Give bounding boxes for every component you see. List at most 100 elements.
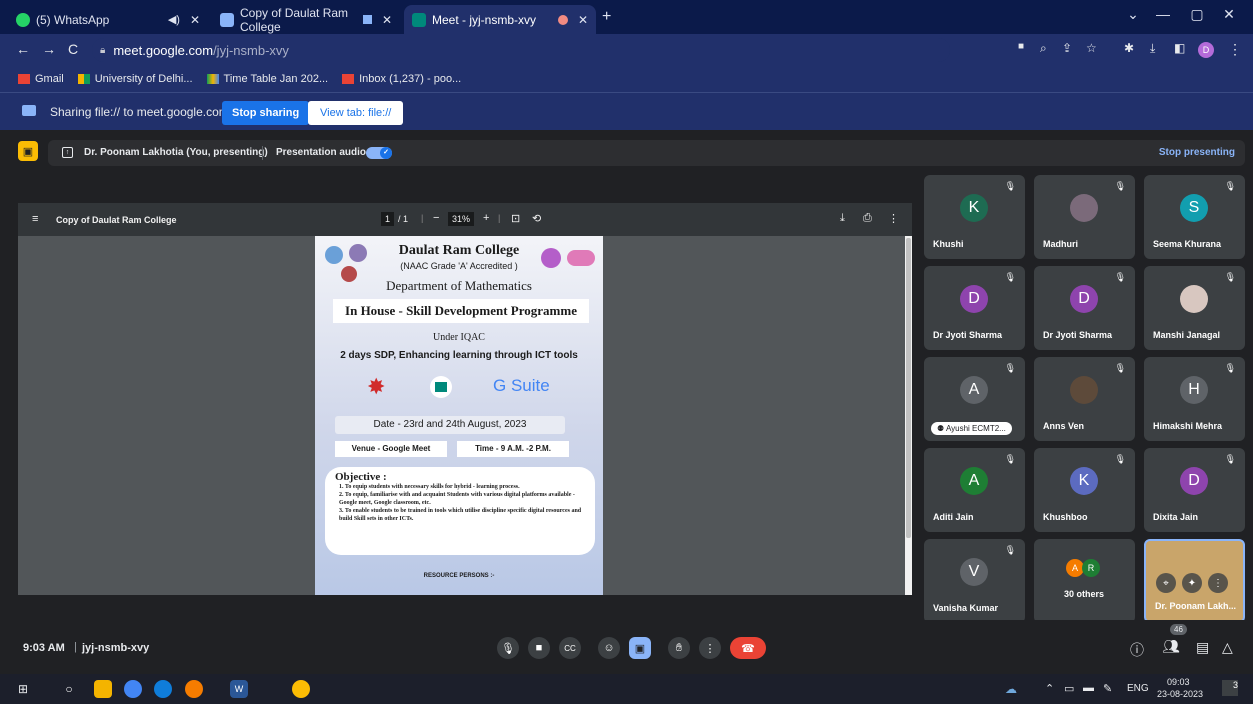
bookmark-star-icon[interactable]: ☆ bbox=[1086, 41, 1097, 55]
notification-center-icon[interactable]: 3 bbox=[1222, 680, 1238, 696]
battery-icon[interactable]: ▭ bbox=[1064, 682, 1074, 695]
captions-button[interactable]: CC bbox=[559, 637, 581, 659]
participant-tile[interactable]: 🎙︎ A ⚉ Ayushi ECMT2... bbox=[924, 357, 1025, 441]
close-icon[interactable]: ✕ bbox=[578, 13, 588, 27]
participant-tile[interactable]: 🎙︎ D Dr Jyoti Sharma bbox=[924, 266, 1025, 350]
bookmark-gmail[interactable]: Gmail bbox=[18, 73, 64, 85]
view-tab-button[interactable]: View tab: file:// bbox=[308, 101, 404, 125]
camera-button[interactable]: ■ bbox=[528, 637, 550, 659]
tray-chevron-icon[interactable]: ⌃ bbox=[1045, 682, 1054, 695]
presentation-icon[interactable]: ▣ bbox=[18, 141, 38, 161]
bookmark-inbox[interactable]: Inbox (1,237) - poo... bbox=[342, 73, 461, 85]
leave-call-button[interactable]: ☎︎ bbox=[730, 637, 766, 659]
bookmark-du[interactable]: University of Delhi... bbox=[77, 73, 193, 85]
participant-name: Seema Khurana bbox=[1153, 239, 1222, 249]
time-line: Time - 9 A.M. -2 P.M. bbox=[457, 441, 569, 457]
effects-icon[interactable]: ✦ bbox=[1182, 573, 1202, 593]
windows-start-icon[interactable]: ⊞ bbox=[14, 680, 32, 698]
tab-meet[interactable]: Meet - jyj-nsmb-xvy ✕ bbox=[404, 5, 596, 34]
download-icon[interactable]: ⤓ bbox=[840, 212, 845, 225]
firefox-icon[interactable] bbox=[185, 680, 203, 698]
participant-tile[interactable]: 🎙︎ Anns Ven bbox=[1034, 357, 1135, 441]
participant-tile[interactable]: 🎙︎ K Khushboo bbox=[1034, 448, 1135, 532]
more-options-icon[interactable]: ⋮ bbox=[888, 212, 899, 225]
fit-page-icon[interactable]: ⊡ bbox=[511, 212, 520, 225]
side-panel-icon[interactable]: ◧ bbox=[1174, 41, 1185, 55]
emoji-button[interactable]: ☺ bbox=[598, 637, 620, 659]
weather-icon[interactable]: ☁︎ bbox=[1005, 682, 1017, 696]
participant-tile[interactable]: A R 30 others bbox=[1034, 539, 1135, 623]
menu-icon[interactable]: ⋮ bbox=[1228, 41, 1242, 58]
close-icon[interactable]: ✕ bbox=[190, 13, 200, 27]
participant-tile[interactable]: 🎙︎ D Dixita Jain bbox=[1144, 448, 1245, 532]
stop-presenting-button[interactable]: Stop presenting bbox=[1159, 147, 1235, 158]
participant-tile[interactable]: 🎙︎ K Khushi bbox=[924, 175, 1025, 259]
menu-icon[interactable]: ≡ bbox=[32, 213, 38, 225]
bookmark-timetable[interactable]: Time Table Jan 202... bbox=[206, 73, 328, 85]
zoom-in-button[interactable]: + bbox=[483, 212, 489, 224]
close-window-button[interactable]: ✕ bbox=[1214, 6, 1244, 23]
audio-toggle[interactable]: ✓ bbox=[366, 147, 392, 159]
zoom-level[interactable]: 31% bbox=[448, 212, 475, 226]
zoom-out-button[interactable]: − bbox=[433, 212, 439, 224]
download-icon[interactable]: ⤓ bbox=[1150, 41, 1155, 56]
minimize-button[interactable]: — bbox=[1148, 6, 1178, 22]
participant-tile[interactable]: Dr. Poonam Lakh... ⌖ ✦ ⋮ bbox=[1144, 539, 1245, 623]
avatar bbox=[1070, 376, 1098, 404]
participant-tile[interactable]: 🎙︎ V Vanisha Kumar bbox=[924, 539, 1025, 623]
mic-button[interactable]: 🎙︎ bbox=[497, 637, 519, 659]
pdf-title: Copy of Daulat Ram College bbox=[56, 215, 177, 225]
clock-time[interactable]: 09:03 bbox=[1167, 677, 1190, 687]
back-button[interactable]: ← bbox=[16, 41, 30, 57]
search-icon[interactable]: ○ bbox=[60, 680, 78, 698]
people-icon[interactable]: 👥︎ bbox=[1162, 638, 1180, 655]
forward-button[interactable]: → bbox=[42, 41, 56, 57]
more-options-icon[interactable]: ⋮ bbox=[1208, 573, 1228, 593]
tab-search-icon[interactable]: ⌄ bbox=[1118, 6, 1148, 23]
share-icon[interactable]: ⇪ bbox=[1062, 41, 1072, 55]
chat-icon[interactable]: ▤ bbox=[1196, 639, 1209, 656]
participant-name: Manshi Janagal bbox=[1153, 330, 1221, 340]
stop-sharing-button[interactable]: Stop sharing bbox=[222, 101, 310, 125]
word-icon[interactable]: W bbox=[230, 680, 248, 698]
mic-off-icon: 🎙︎ bbox=[1004, 272, 1016, 282]
profile-avatar[interactable]: D bbox=[1198, 42, 1214, 58]
more-options-button[interactable]: ⋮ bbox=[699, 637, 721, 659]
close-icon[interactable]: ✕ bbox=[382, 13, 392, 27]
zoom-icon[interactable]: ⌕ bbox=[1040, 41, 1047, 56]
extensions-icon[interactable]: ✱ bbox=[1124, 41, 1134, 55]
participant-tile[interactable]: 🎙︎ A Aditi Jain bbox=[924, 448, 1025, 532]
activities-icon[interactable]: △ bbox=[1222, 639, 1233, 656]
address-bar[interactable]: 🔒︎ meet.google.com/jyj-nsmb-xvy bbox=[92, 38, 950, 62]
scrollbar[interactable] bbox=[905, 236, 912, 595]
pin-icon[interactable]: ⌖ bbox=[1156, 573, 1176, 593]
tab-whatsapp[interactable]: (5) WhatsApp ◀) ✕ bbox=[8, 5, 208, 34]
language-label[interactable]: ENG bbox=[1127, 683, 1149, 694]
scroll-thumb[interactable] bbox=[906, 238, 911, 538]
page-number-input[interactable]: 1 bbox=[381, 212, 395, 226]
chrome-icon[interactable] bbox=[124, 680, 142, 698]
raise-hand-button[interactable]: ✋︎ bbox=[668, 637, 690, 659]
maximize-button[interactable]: ▢ bbox=[1182, 6, 1212, 23]
participant-tile[interactable]: 🎙︎ Madhuri bbox=[1034, 175, 1135, 259]
rotate-icon[interactable]: ⟲ bbox=[532, 212, 541, 225]
camera-icon[interactable]: ■ bbox=[1018, 41, 1024, 52]
new-tab-button[interactable]: + bbox=[602, 8, 611, 26]
present-button[interactable]: ▣ bbox=[629, 637, 651, 659]
meeting-time: 9:03 AM bbox=[23, 642, 65, 654]
edge-icon[interactable] bbox=[154, 680, 172, 698]
print-icon[interactable]: ⎙ bbox=[863, 212, 872, 225]
chrome-profile-icon[interactable] bbox=[292, 680, 310, 698]
reload-button[interactable]: C bbox=[68, 41, 78, 57]
participant-tile[interactable]: 🎙︎ H Himakshi Mehra bbox=[1144, 357, 1245, 441]
pen-icon[interactable]: ✎ bbox=[1103, 682, 1112, 695]
participant-tile[interactable]: 🎙︎ Manshi Janagal bbox=[1144, 266, 1245, 350]
whatsapp-icon bbox=[16, 12, 30, 27]
file-explorer-icon[interactable] bbox=[94, 680, 112, 698]
network-icon[interactable]: ▬ bbox=[1083, 682, 1094, 694]
participant-tile[interactable]: 🎙︎ S Seema Khurana bbox=[1144, 175, 1245, 259]
tab-pdf[interactable]: Copy of Daulat Ram College ✕ bbox=[212, 5, 400, 34]
clock-date[interactable]: 23-08-2023 bbox=[1157, 689, 1203, 699]
participant-tile[interactable]: 🎙︎ D Dr Jyoti Sharma bbox=[1034, 266, 1135, 350]
info-icon[interactable]: ⓘ bbox=[1130, 640, 1144, 660]
